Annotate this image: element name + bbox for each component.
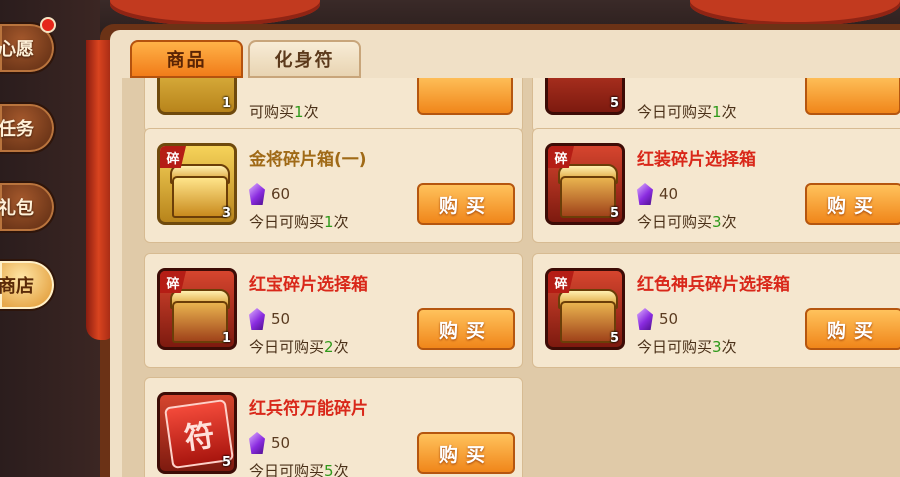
price: 50 [637, 308, 678, 330]
buy-button[interactable]: 购买 [417, 183, 515, 225]
item-name: 红兵符万能碎片 [249, 399, 368, 419]
gold-chest-icon: 碎 3 [157, 143, 237, 225]
purchase-limit: 可购买1次 [249, 103, 319, 121]
tab-label: 化身符 [274, 50, 335, 71]
item-quantity: 5 [609, 331, 619, 346]
purchase-limit: 今日可购买1次 [249, 213, 349, 231]
item-quantity: 1 [221, 96, 231, 111]
tab-avatar-talisman[interactable]: 化身符 [248, 40, 361, 78]
notification-dot [40, 17, 56, 33]
purchase-limit: 今日可购买3次 [637, 213, 737, 231]
list-item: 碎 5 红装碎片选择箱 40 今日可购买3次 购买 [532, 128, 900, 243]
list-item: 1 可购买1次 [144, 78, 523, 133]
purple-gem-icon [249, 308, 265, 330]
chest-icon: 5 [545, 78, 625, 115]
talisman-icon: 符 5 [157, 392, 237, 474]
item-quantity: 5 [609, 96, 619, 111]
price: 60 [249, 183, 290, 205]
chest-icon: 1 [157, 78, 237, 115]
tab-label: 商品 [166, 50, 207, 71]
purple-gem-icon [249, 432, 265, 454]
red-chest-icon: 碎 1 [157, 268, 237, 350]
list-item: 碎 1 红宝碎片选择箱 50 今日可购买2次 购买 [144, 253, 523, 368]
list-item: 符 5 红兵符万能碎片 50 今日可购买5次 购买 [144, 377, 523, 477]
price: 50 [249, 308, 290, 330]
purchase-limit: 今日可购买5次 [249, 462, 349, 477]
purchase-limit: 今日可购买3次 [637, 338, 737, 356]
buy-button[interactable]: 购买 [805, 308, 900, 350]
tab-goods[interactable]: 商品 [130, 40, 243, 78]
buy-button[interactable] [805, 78, 900, 115]
buy-button[interactable]: 购买 [417, 432, 515, 474]
sidebar-item-tasks[interactable]: 任务 [0, 102, 56, 154]
sidebar-item-shop[interactable]: 商店 [0, 259, 56, 311]
purchase-limit: 今日可购买2次 [249, 338, 349, 356]
item-name: 红装碎片选择箱 [637, 150, 756, 170]
price-value: 50 [271, 434, 291, 452]
sidebar-item-label: 任务 [0, 119, 34, 140]
purchase-limit: 今日可购买1次 [637, 103, 737, 121]
price-value: 50 [659, 310, 679, 328]
buy-button[interactable]: 购买 [417, 308, 515, 350]
red-chest-icon: 碎 5 [545, 143, 625, 225]
price-value: 50 [271, 310, 291, 328]
list-item: 碎 3 金将碎片箱(一) 60 今日可购买1次 购买 [144, 128, 523, 243]
item-name: 红宝碎片选择箱 [249, 275, 368, 295]
list-item: 碎 5 红色神兵碎片选择箱 50 今日可购买3次 购买 [532, 253, 900, 368]
purple-gem-icon [637, 183, 653, 205]
price-value: 60 [271, 185, 291, 203]
item-quantity: 5 [221, 455, 231, 470]
buy-button[interactable]: 购买 [805, 183, 900, 225]
buy-button[interactable] [417, 78, 513, 115]
purple-gem-icon [637, 308, 653, 330]
list-item: 5 今日可购买1次 [532, 78, 900, 133]
sidebar-item-label: 礼包 [0, 198, 34, 219]
price: 40 [637, 183, 678, 205]
purple-gem-icon [249, 183, 265, 205]
item-quantity: 3 [221, 206, 231, 221]
sidebar-item-gift[interactable]: 礼包 [0, 181, 56, 233]
price-value: 40 [659, 185, 679, 203]
item-quantity: 5 [609, 206, 619, 221]
item-name: 红色神兵碎片选择箱 [637, 275, 790, 295]
sidebar-item-label: 商店 [0, 276, 34, 297]
item-list[interactable]: 1 可购买1次 5 今日可购买1次 碎 3 金将碎片箱(一) 60 今日可购买1… [122, 78, 900, 477]
sidebar-item-label: 心愿 [0, 39, 34, 60]
item-name: 金将碎片箱(一) [249, 150, 367, 170]
price: 50 [249, 432, 290, 454]
red-chest-icon: 碎 5 [545, 268, 625, 350]
sidebar: 心愿 任务 礼包 商店 [0, 0, 100, 477]
item-quantity: 1 [221, 331, 231, 346]
